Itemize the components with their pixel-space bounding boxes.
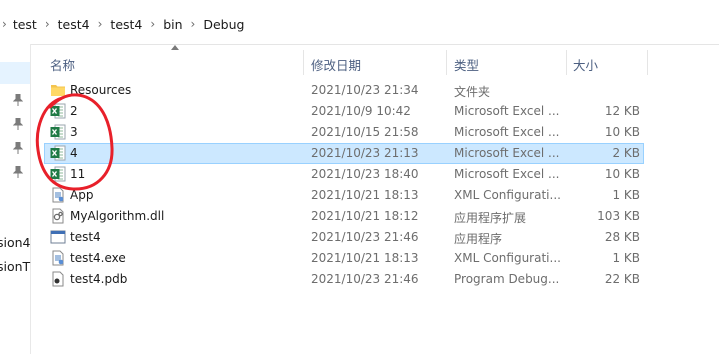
file-type: Microsoft Excel ...	[454, 167, 560, 181]
file-size: 22 KB	[604, 272, 640, 286]
breadcrumb-item[interactable]: Debug	[203, 17, 244, 32]
navigation-pane[interactable]	[0, 44, 31, 354]
file-name[interactable]: 3	[70, 125, 78, 139]
excel-icon	[50, 166, 66, 182]
file-date: 2021/10/23 21:34	[311, 83, 419, 97]
file-date: 2021/10/23 21:46	[311, 272, 419, 286]
breadcrumb-chevron-icon[interactable]: ›	[150, 17, 155, 31]
file-date: 2021/10/23 18:40	[311, 167, 419, 181]
file-type: 应用程序	[454, 232, 503, 246]
file-type: XML Configurati...	[454, 188, 561, 202]
file-row[interactable]: test4 2021/10/23 21:46 应用程序 28 KB	[30, 227, 719, 248]
file-type: Microsoft Excel ...	[454, 146, 560, 160]
breadcrumb-item[interactable]: test4	[58, 17, 90, 32]
column-date-header[interactable]: 修改日期	[311, 55, 361, 74]
file-date: 2021/10/15 21:58	[311, 125, 419, 139]
file-name[interactable]: MyAlgorithm.dll	[70, 209, 164, 223]
file-size: 1 KB	[612, 251, 640, 265]
file-type: Microsoft Excel ...	[454, 125, 560, 139]
dll-file-icon	[50, 208, 66, 224]
file-type: 应用程序扩展	[454, 211, 527, 225]
file-name[interactable]: App	[70, 188, 93, 202]
breadcrumb-item[interactable]: test	[13, 17, 37, 32]
file-name[interactable]: 4	[70, 146, 78, 160]
breadcrumb-chevron-icon[interactable]: ›	[191, 17, 196, 31]
column-divider[interactable]	[303, 50, 304, 75]
file-row[interactable]: Resources 2021/10/23 21:34 文件夹	[30, 80, 719, 101]
file-size: 10 KB	[604, 167, 640, 181]
file-name[interactable]: test4.exe	[70, 251, 126, 265]
file-type: Microsoft Excel ...	[454, 104, 560, 118]
column-divider[interactable]	[566, 50, 567, 75]
file-row[interactable]: test4.pdb 2021/10/23 21:46 Program Debug..…	[30, 269, 719, 290]
file-type: XML Configurati...	[454, 251, 561, 265]
file-size: 103 KB	[597, 209, 640, 223]
column-header: 名称 修改日期 类型 大小	[30, 44, 719, 77]
folder-icon	[50, 82, 66, 98]
excel-icon	[50, 124, 66, 140]
pdb-file-icon	[50, 271, 66, 287]
excel-icon	[50, 145, 66, 161]
config-file-icon	[50, 250, 66, 266]
file-type: Program Debug...	[454, 272, 560, 286]
file-row[interactable]: 11 2021/10/23 18:40 Microsoft Excel ... 10 …	[30, 164, 719, 185]
file-size: 28 KB	[604, 230, 640, 244]
pin-icon	[13, 118, 23, 130]
breadcrumb-chevron-icon: ›	[2, 17, 7, 31]
breadcrumb-chevron-icon[interactable]: ›	[45, 17, 50, 31]
breadcrumb-chevron-icon[interactable]: ›	[98, 17, 103, 31]
file-date: 2021/10/23 21:13	[311, 146, 419, 160]
file-type: 文件夹	[454, 85, 491, 99]
file-row[interactable]: MyAlgorithm.dll 2021/10/21 18:12 应用程序扩展 103…	[30, 206, 719, 227]
pin-icon	[13, 94, 23, 106]
column-divider[interactable]	[446, 50, 447, 75]
file-size: 1 KB	[612, 188, 640, 202]
file-size: 10 KB	[604, 125, 640, 139]
exe-file-icon	[50, 229, 66, 245]
column-size-header[interactable]: 大小	[573, 55, 598, 74]
file-name[interactable]: 11	[70, 167, 85, 181]
file-row[interactable]: test4.exe 2021/10/21 18:13 XML Configurati…	[30, 248, 719, 269]
file-row[interactable]: 3 2021/10/15 21:58 Microsoft Excel ... 10 K…	[30, 122, 719, 143]
file-date: 2021/10/21 18:13	[311, 188, 419, 202]
nav-selected-item[interactable]	[0, 62, 30, 84]
file-date: 2021/10/23 21:46	[311, 230, 419, 244]
config-file-icon	[50, 187, 66, 203]
excel-icon	[50, 103, 66, 119]
pin-icon	[13, 166, 23, 178]
file-date: 2021/10/21 18:13	[311, 251, 419, 265]
file-date: 2021/10/21 18:12	[311, 209, 419, 223]
breadcrumb-item[interactable]: bin	[163, 17, 182, 32]
file-name[interactable]: Resources	[70, 83, 131, 97]
file-row[interactable]: 4 2021/10/23 21:13 Microsoft Excel ... 2 KB	[30, 143, 719, 164]
column-divider[interactable]	[647, 50, 648, 75]
nav-item-label[interactable]: sionT	[0, 259, 30, 274]
file-name[interactable]: 2	[70, 104, 78, 118]
file-size: 12 KB	[604, 104, 640, 118]
address-bar[interactable]: › test › test4 › test4 › bin › Debug	[0, 0, 719, 45]
file-date: 2021/10/9 10:42	[311, 104, 411, 118]
column-name-header[interactable]: 名称	[50, 55, 75, 74]
file-size: 2 KB	[612, 146, 640, 160]
breadcrumb: › test › test4 › test4 › bin › Debug	[0, 14, 244, 34]
column-type-header[interactable]: 类型	[454, 55, 479, 74]
pin-icon	[13, 142, 23, 154]
breadcrumb-item[interactable]: test4	[110, 17, 142, 32]
file-name[interactable]: test4.pdb	[70, 272, 127, 286]
file-name[interactable]: test4	[70, 230, 101, 244]
file-row[interactable]: 2 2021/10/9 10:42 Microsoft Excel ... 12 KB	[30, 101, 719, 122]
file-row[interactable]: App 2021/10/21 18:13 XML Configurati... 1 K…	[30, 185, 719, 206]
sort-ascending-icon	[171, 45, 179, 50]
nav-item-label[interactable]: sion4	[0, 235, 31, 250]
